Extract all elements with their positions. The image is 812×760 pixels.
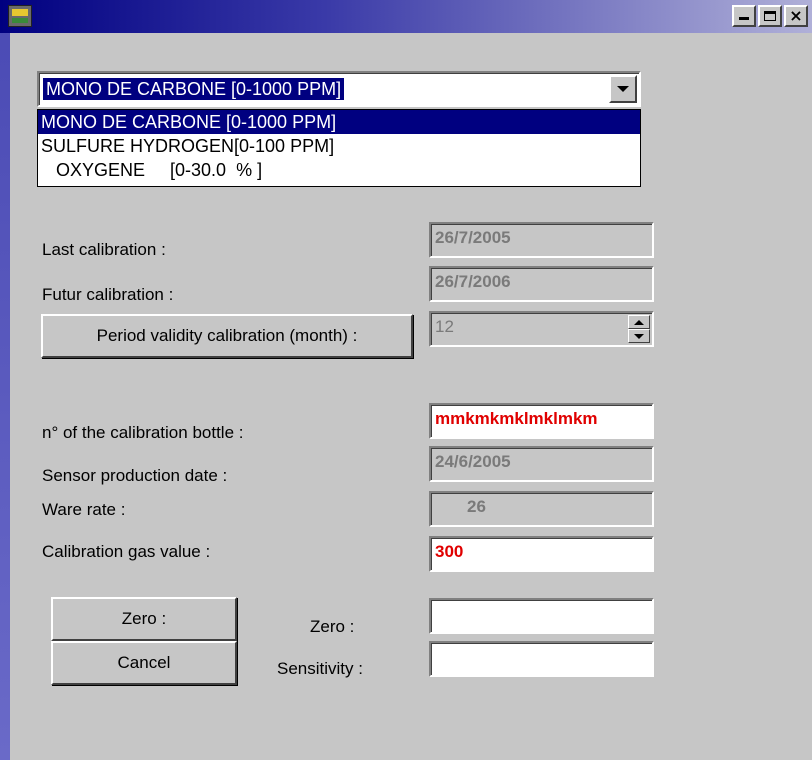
title-bar[interactable]: × [0, 0, 812, 33]
period-validity-stepper[interactable]: 12 [429, 311, 654, 347]
sensor-select[interactable]: MONO DE CARBONE [0-1000 PPM] [37, 71, 641, 107]
spin-up-button[interactable] [628, 315, 650, 329]
gas-value-label: Calibration gas value : [42, 542, 211, 561]
sensor-option[interactable]: MONO DE CARBONE [0-1000 PPM] [38, 110, 640, 134]
minimize-icon [739, 17, 749, 20]
close-button[interactable]: × [784, 5, 808, 27]
sensor-option[interactable]: SULFURE HYDROGEN[0-100 PPM] [38, 134, 640, 158]
ware-rate-label: Ware rate : [42, 500, 126, 519]
sensor-option[interactable]: OXYGENE [0-30.0 % ] [38, 158, 640, 182]
cancel-button[interactable]: Cancel [51, 641, 237, 685]
zero-field[interactable] [429, 598, 654, 634]
bottle-number-label: n° of the calibration bottle : [42, 423, 244, 442]
last-calibration-label: Last calibration : [42, 240, 166, 259]
sensitivity-field[interactable] [429, 641, 654, 677]
sensor-select-dropdown-button[interactable] [609, 75, 637, 103]
futur-calibration-label: Futur calibration : [42, 285, 174, 304]
arrow-down-icon [634, 333, 644, 339]
sensor-dropdown-list: MONO DE CARBONE [0-1000 PPM] SULFURE HYD… [37, 109, 641, 187]
ware-rate-field[interactable]: 26 [429, 491, 654, 527]
last-calibration-field[interactable]: 26/7/2005 [429, 222, 654, 258]
gas-value-field[interactable]: 300 [429, 536, 654, 572]
production-date-field[interactable]: 24/6/2005 [429, 446, 654, 482]
maximize-button[interactable] [758, 5, 782, 27]
sensitivity-label: Sensitivity : [277, 659, 363, 678]
app-icon[interactable] [8, 5, 32, 27]
futur-calibration-field[interactable]: 26/7/2006 [429, 266, 654, 302]
arrow-up-icon [634, 319, 644, 325]
period-validity-button[interactable]: Period validity calibration (month) : [41, 314, 413, 358]
spin-down-button[interactable] [628, 329, 650, 343]
calibration-window: × MONO DE CARBONE [0-1000 PPM] MONO DE C… [0, 0, 812, 760]
minimize-button[interactable] [732, 5, 756, 27]
period-validity-value: 12 [435, 317, 454, 336]
chevron-down-icon [617, 86, 629, 92]
maximize-icon [764, 11, 776, 21]
zero-button[interactable]: Zero : [51, 597, 237, 641]
sensor-select-value: MONO DE CARBONE [0-1000 PPM] [43, 78, 345, 100]
production-date-label: Sensor production date : [42, 466, 228, 485]
zero-label: Zero : [310, 617, 355, 636]
bottle-number-field[interactable]: mmkmkmklmklmkm [429, 403, 654, 439]
close-icon: × [789, 6, 803, 25]
window-edge [0, 0, 10, 760]
